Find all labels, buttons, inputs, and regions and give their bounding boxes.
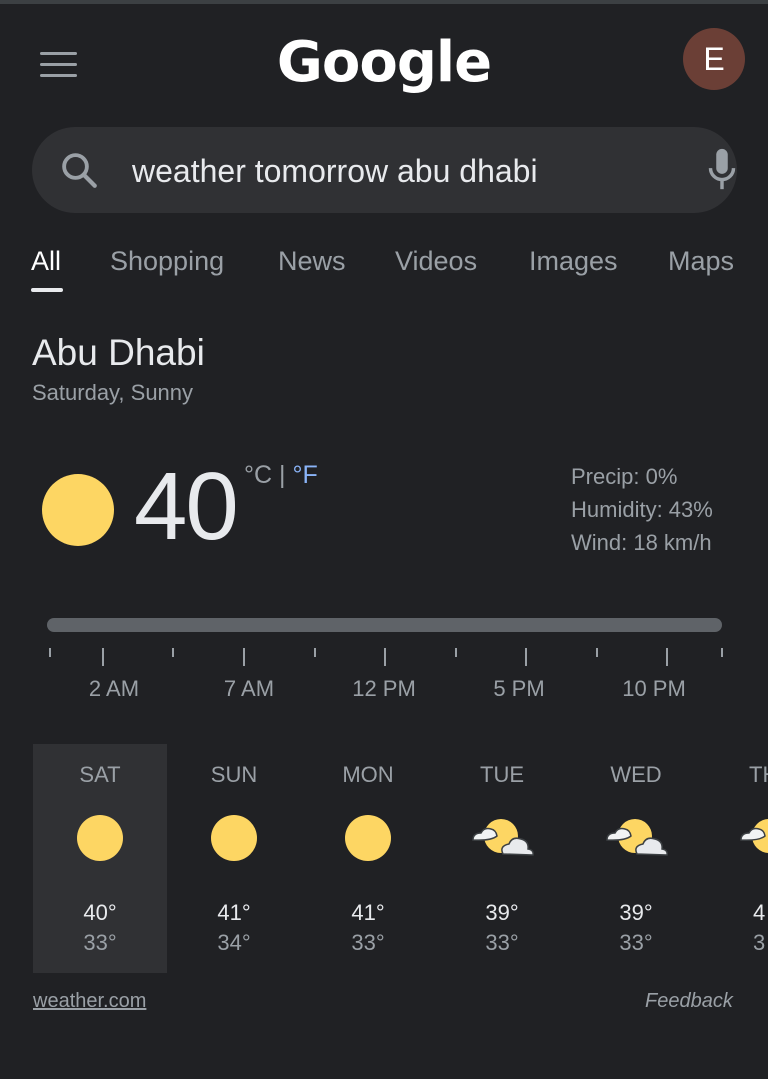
day-low: 3	[753, 930, 766, 955]
search-bar[interactable]	[32, 127, 737, 213]
day-high: 39°	[485, 900, 519, 925]
avatar[interactable]: E	[683, 28, 745, 90]
daily-forecast: SAT 40° 33° SUN 41° 34° MON 41° 33° TUE …	[0, 744, 768, 974]
sun-icon	[42, 474, 114, 546]
day-sat[interactable]: SAT 40° 33°	[33, 744, 167, 973]
time-label: 10 PM	[622, 676, 686, 701]
partly-cloudy-icon	[740, 819, 768, 853]
day-name: WED	[610, 762, 662, 787]
active-tab-indicator	[31, 288, 63, 292]
sun-icon	[211, 815, 257, 861]
day-high: 41°	[217, 900, 251, 925]
day-low: 33°	[485, 930, 519, 955]
day-name: SUN	[210, 762, 258, 787]
day-low: 33°	[83, 930, 117, 955]
search-tabs: All Shopping News Videos Images Maps	[0, 240, 768, 300]
feedback-link[interactable]: Feedback	[645, 990, 733, 1013]
day-name: MON	[342, 762, 394, 787]
day-low: 33°	[619, 930, 653, 955]
day-high: 40°	[83, 900, 117, 925]
wind-value: Wind: 18 km/h	[571, 530, 712, 555]
precip-value: Precip: 0%	[571, 464, 678, 489]
day-mon[interactable]: MON 41° 33°	[301, 744, 435, 973]
time-label: 7 AM	[223, 676, 275, 701]
sun-icon	[345, 815, 391, 861]
day-tue[interactable]: TUE 39° 33°	[435, 744, 569, 973]
humidity-value: Humidity: 43%	[571, 497, 713, 522]
partly-cloudy-icon	[606, 819, 668, 856]
day-name: TUE	[480, 762, 524, 787]
sun-icon	[77, 815, 123, 861]
weather-details: Precip: 0% Humidity: 43% Wind: 18 km/h	[571, 460, 713, 559]
day-low: 33°	[351, 930, 385, 955]
tab-news[interactable]: News	[278, 246, 346, 277]
tab-all[interactable]: All	[31, 246, 61, 277]
tab-maps[interactable]: Maps	[668, 246, 734, 277]
timeline-ticks	[0, 648, 768, 668]
tab-images[interactable]: Images	[529, 246, 618, 277]
hourly-timeline[interactable]	[47, 618, 722, 632]
weather-source-link[interactable]: weather.com	[33, 990, 146, 1013]
celsius-unit[interactable]: °C	[244, 461, 272, 489]
mic-icon[interactable]	[704, 147, 740, 198]
day-thu[interactable]: TH 4 3	[703, 744, 768, 973]
google-logo[interactable]: Google	[0, 30, 768, 95]
weather-location: Abu Dhabi	[32, 332, 205, 373]
tab-shopping[interactable]: Shopping	[110, 246, 224, 277]
partly-cloudy-icon	[472, 819, 534, 856]
search-icon[interactable]	[58, 149, 100, 196]
day-high: 41°	[351, 900, 385, 925]
day-name: SAT	[79, 762, 121, 787]
top-divider	[0, 0, 768, 4]
tab-videos[interactable]: Videos	[395, 246, 477, 277]
day-low: 34°	[217, 930, 251, 955]
unit-toggle: °C | °F	[244, 461, 318, 490]
day-wed[interactable]: WED 39° 33°	[569, 744, 703, 973]
day-name: TH	[749, 762, 768, 787]
weather-condition: Saturday, Sunny	[32, 380, 194, 405]
unit-separator: |	[272, 461, 293, 489]
time-label: 2 AM	[88, 676, 140, 701]
fahrenheit-unit[interactable]: °F	[292, 461, 317, 489]
day-sun[interactable]: SUN 41° 34°	[167, 744, 301, 973]
time-label: 5 PM	[493, 676, 545, 701]
day-high: 4	[753, 900, 766, 925]
search-input[interactable]	[130, 145, 654, 197]
day-high: 39°	[619, 900, 653, 925]
time-label: 12 PM	[352, 676, 416, 701]
current-temperature: 40	[134, 453, 239, 560]
